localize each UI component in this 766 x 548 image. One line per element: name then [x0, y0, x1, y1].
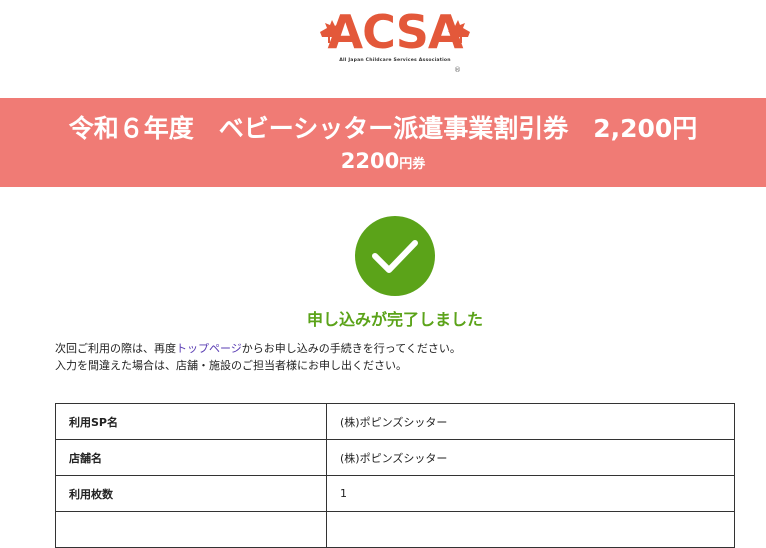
message-text: からお申し込みの手続きを行ってください。: [241, 342, 461, 355]
top-page-link[interactable]: トップページ: [176, 342, 242, 355]
registered-mark: ®: [454, 66, 461, 74]
row-value: 1: [326, 475, 735, 512]
table-row: 利用枚数 1: [55, 475, 735, 512]
row-label: 利用SP名: [55, 403, 327, 440]
amount-value: 2200: [340, 149, 400, 173]
message-line-2: 入力を間違えた場合は、店舗・施設のご担当者様にお申し出ください。: [55, 359, 407, 372]
row-value: (株)ポピンズシッター: [326, 439, 735, 476]
row-label: 利用枚数: [55, 475, 327, 512]
check-circle-icon: [355, 216, 435, 296]
logo-text: ACSA: [327, 5, 464, 59]
message-text: 次回ご利用の際は、再度: [55, 342, 176, 355]
table-row: 利用SP名 (株)ポピンズシッター: [55, 403, 735, 440]
logo-subtitle: All Japan Childcare Services Association: [339, 58, 451, 63]
acsa-logo[interactable]: ACSA All Japan Childcare Services Associ…: [318, 6, 472, 80]
completion-title: 申し込みが完了しました: [306, 310, 483, 329]
message-line-1: 次回ご利用の際は、再度トップページからお申し込みの手続きを行ってください。: [55, 340, 745, 357]
details-table: 利用SP名 (株)ポピンズシッター 店舗名 (株)ポピンズシッター 利用枚数 1: [55, 403, 735, 548]
header: ACSA All Japan Childcare Services Associ…: [0, 0, 766, 98]
banner-title: 令和６年度 ベビーシッター派遣事業割引券 2,200円: [68, 114, 698, 143]
banner-amount: 2200円券: [0, 148, 766, 178]
coupon-banner: 令和６年度 ベビーシッター派遣事業割引券 2,200円 2200円券: [0, 98, 766, 187]
row-label: 店舗名: [55, 439, 327, 476]
table-row: 店舗名 (株)ポピンズシッター: [55, 439, 735, 476]
row-value: (株)ポピンズシッター: [326, 403, 735, 440]
instruction-message: 次回ご利用の際は、再度トップページからお申し込みの手続きを行ってください。 入力…: [55, 340, 745, 374]
amount-unit: 円券: [399, 157, 426, 172]
